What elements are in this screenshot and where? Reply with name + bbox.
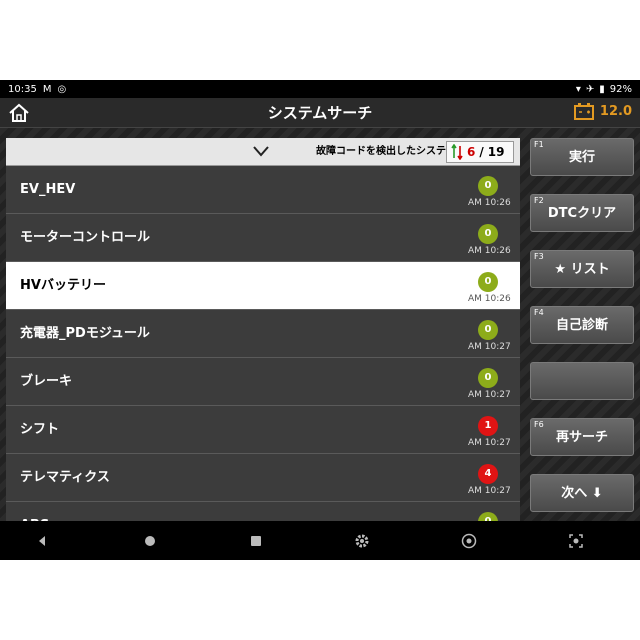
system-row[interactable]: モーターコントロール 0 AM 10:26 — [6, 214, 520, 262]
function-button-label: 再サーチ — [555, 430, 608, 445]
function-button-f3[interactable]: F3 ★ リスト — [530, 250, 634, 288]
system-row[interactable]: EV_HEV 0 AM 10:26 — [6, 166, 520, 214]
system-name: ブレーキ — [20, 374, 73, 389]
count-separator: / — [479, 145, 484, 159]
screenshot-icon[interactable] — [568, 533, 584, 549]
system-name: 充電器_PDモジュール — [20, 326, 150, 341]
page-title: システムサーチ — [267, 104, 373, 122]
system-row[interactable]: ブレーキ 0 AM 10:27 — [6, 358, 520, 406]
function-button-label: ★ リスト — [554, 262, 610, 277]
function-button-label: 次へ ⬇ — [561, 486, 603, 501]
function-button-blank-6[interactable]: 次へ ⬇ — [530, 474, 634, 512]
mail-icon: M — [42, 83, 52, 95]
system-row[interactable]: 充電器_PDモジュール 0 AM 10:27 — [6, 310, 520, 358]
system-name: テレマティクス — [20, 470, 110, 485]
system-row[interactable]: HVバッテリー 0 AM 10:26 — [6, 262, 520, 310]
wifi-icon: ▾ — [575, 83, 581, 95]
screen: 10:35 M ◎ ▾ ✈ ▮ 92% システムサーチ 12.0 故障コードを検… — [0, 80, 640, 560]
system-name: ABS — [20, 502, 49, 521]
battery-voltage: 12.0 — [599, 103, 632, 119]
scan-time: AM 10:26 — [468, 198, 511, 208]
function-button-f1[interactable]: F1 実行 — [530, 138, 634, 176]
error-system-count: 6 — [467, 145, 476, 159]
sort-arrows-icon — [451, 144, 463, 160]
system-name: HVバッテリー — [20, 278, 106, 293]
function-button-f2[interactable]: F2 DTCクリア — [530, 194, 634, 232]
list-header: 故障コードを検出したシステム数: 6 / 19 — [6, 138, 520, 166]
system-row[interactable]: シフト 1 AM 10:27 — [6, 406, 520, 454]
function-button-blank-4[interactable] — [530, 362, 634, 400]
dtc-count-badge: 0 — [478, 368, 498, 388]
function-button-f4[interactable]: F4 自己診断 — [530, 306, 634, 344]
vehicle-battery: 12.0 — [573, 102, 632, 120]
system-name: シフト — [20, 422, 60, 437]
back-icon[interactable] — [34, 533, 50, 549]
sync-icon: ◎ — [57, 83, 67, 95]
car-battery-icon — [573, 103, 594, 120]
dtc-count-badge: 0 — [478, 320, 498, 340]
airplane-icon: ✈ — [585, 83, 595, 95]
status-bar: 10:35 M ◎ ▾ ✈ ▮ 92% — [0, 80, 640, 98]
chevron-down-icon[interactable] — [252, 144, 270, 158]
dtc-count-badge: 4 — [478, 464, 498, 484]
main-area: 故障コードを検出したシステム数: 6 / 19 EV_HEV 0 AM 10:26 モ… — [0, 128, 640, 521]
scan-time: AM 10:27 — [468, 342, 511, 352]
scan-time: AM 10:27 — [468, 390, 511, 400]
dtc-count-badge: 0 — [478, 224, 498, 244]
scan-time: AM 10:26 — [468, 294, 511, 304]
recents-icon[interactable] — [248, 533, 264, 549]
system-list: 故障コードを検出したシステム数: 6 / 19 EV_HEV 0 AM 10:26 モ… — [6, 138, 520, 521]
clock: 10:35 — [8, 83, 37, 95]
dtc-count-badge: 1 — [478, 416, 498, 436]
home-nav-icon[interactable] — [142, 533, 158, 549]
nav-bar — [0, 521, 640, 560]
browser-icon[interactable] — [461, 533, 477, 549]
dtc-count-badge: 0 — [478, 176, 498, 196]
dtc-count-badge: 0 — [478, 272, 498, 292]
scan-time: AM 10:27 — [468, 438, 511, 448]
function-button-label: 実行 — [568, 150, 595, 165]
system-row[interactable]: テレマティクス 4 AM 10:27 — [6, 454, 520, 502]
function-button-f6[interactable]: F6 再サーチ — [530, 418, 634, 456]
title-bar: システムサーチ 12.0 — [0, 98, 640, 128]
scan-time: AM 10:26 — [468, 246, 511, 256]
total-system-count: 19 — [487, 145, 505, 159]
settings-gear-icon[interactable] — [354, 533, 370, 549]
system-row[interactable]: ABS 0 — [6, 502, 520, 521]
system-name: EV_HEV — [20, 182, 76, 197]
battery-level: 92% — [609, 83, 632, 95]
dtc-count-badge: 0 — [478, 512, 498, 521]
dtc-system-counter: 6 / 19 — [446, 141, 514, 163]
system-name: モーターコントロール — [20, 230, 151, 245]
function-button-label: DTCクリア — [547, 206, 617, 221]
scan-time: AM 10:27 — [468, 486, 511, 496]
battery-icon: ▮ — [599, 83, 605, 95]
function-button-label: 自己診断 — [555, 318, 608, 333]
